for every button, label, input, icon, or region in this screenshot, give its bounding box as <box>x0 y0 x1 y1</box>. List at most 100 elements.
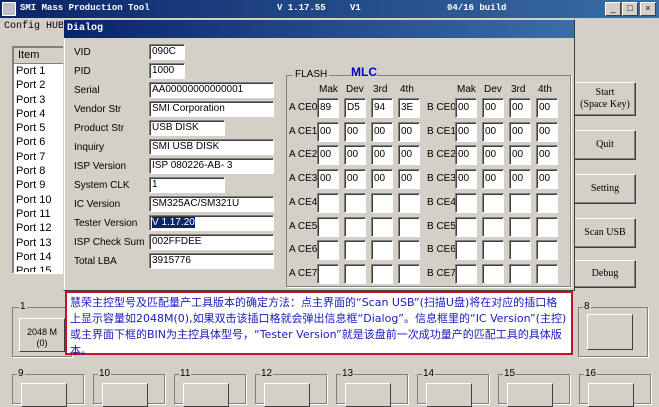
flash-id-cell[interactable]: 00 <box>536 98 558 118</box>
field-value-input[interactable]: V 1.17.20 <box>149 215 274 231</box>
port-slot[interactable] <box>426 383 472 407</box>
port-slot[interactable] <box>264 383 310 407</box>
port-list-item[interactable]: Port 15 <box>14 264 65 272</box>
flash-id-cell[interactable]: 00 <box>398 169 420 190</box>
flash-id-cell[interactable] <box>344 192 366 213</box>
flash-id-cell[interactable]: 00 <box>509 98 531 118</box>
port-list-item[interactable]: Port 1 <box>14 64 65 78</box>
flash-id-cell[interactable] <box>509 240 531 261</box>
flash-id-cell[interactable] <box>398 263 420 284</box>
flash-id-cell[interactable] <box>482 240 504 261</box>
flash-id-cell[interactable]: 00 <box>509 169 531 190</box>
port-slot[interactable] <box>102 383 148 407</box>
flash-id-cell[interactable]: 00 <box>344 121 366 142</box>
scan-usb-button[interactable]: Scan USB <box>574 218 636 248</box>
flash-id-cell[interactable] <box>536 263 558 284</box>
flash-id-cell[interactable]: 00 <box>536 145 558 166</box>
field-value-input[interactable]: ISP 080226-AB- 3 <box>149 158 274 174</box>
flash-id-cell[interactable]: 00 <box>455 98 477 118</box>
flash-id-cell[interactable] <box>536 192 558 213</box>
port-list-item[interactable]: Port 6 <box>14 135 65 149</box>
quit-button[interactable]: Quit <box>574 130 636 160</box>
port-list-item[interactable]: Port 3 <box>14 93 65 107</box>
port-list[interactable]: Item Port 1 Port 2 Port 3 Port 4 Port 5 Port … <box>12 46 67 274</box>
flash-id-cell[interactable] <box>398 216 420 237</box>
flash-id-cell[interactable]: 00 <box>344 145 366 166</box>
flash-id-cell[interactable]: 00 <box>536 121 558 142</box>
flash-id-cell[interactable] <box>509 192 531 213</box>
flash-id-cell[interactable] <box>398 240 420 261</box>
flash-id-cell[interactable]: 94 <box>371 98 393 118</box>
flash-id-cell[interactable]: 00 <box>482 169 504 190</box>
flash-id-cell[interactable]: 00 <box>371 145 393 166</box>
flash-id-cell[interactable]: 00 <box>455 145 477 166</box>
field-value-input[interactable]: 3915776 <box>149 253 274 269</box>
field-value-input[interactable]: 1 <box>149 177 225 193</box>
field-value-input[interactable]: 002FFDEE <box>149 234 274 250</box>
flash-id-cell[interactable]: 00 <box>509 145 531 166</box>
start-button[interactable]: Start (Space Key) <box>574 82 636 116</box>
port-list-item[interactable]: Port 5 <box>14 121 65 135</box>
port-slot[interactable] <box>507 383 553 407</box>
flash-id-cell[interactable] <box>482 192 504 213</box>
close-button[interactable]: × <box>640 2 656 16</box>
field-value-input[interactable]: 1000 <box>149 63 185 79</box>
flash-id-cell[interactable] <box>344 263 366 284</box>
flash-id-cell[interactable] <box>371 240 393 261</box>
port-list-item[interactable]: Port 11 <box>14 207 65 221</box>
port-list-item[interactable]: Port 12 <box>14 221 65 235</box>
flash-id-cell[interactable] <box>482 216 504 237</box>
port-list-item[interactable]: Port 13 <box>14 236 65 250</box>
flash-id-cell[interactable]: 00 <box>371 169 393 190</box>
flash-id-cell[interactable] <box>371 216 393 237</box>
field-value-input[interactable]: USB DISK <box>149 120 225 136</box>
port-slot-8[interactable] <box>587 314 633 350</box>
flash-id-cell[interactable]: 00 <box>482 98 504 118</box>
flash-id-cell[interactable] <box>536 216 558 237</box>
setting-button[interactable]: Setting <box>574 174 636 204</box>
flash-id-cell[interactable] <box>455 240 477 261</box>
flash-id-cell[interactable]: 00 <box>317 121 339 142</box>
flash-id-cell[interactable]: 00 <box>455 121 477 142</box>
flash-id-cell[interactable]: 00 <box>509 121 531 142</box>
menu-config-hub[interactable]: Config HUB <box>4 21 64 32</box>
port-list-item[interactable]: Port 8 <box>14 164 65 178</box>
port-list-header[interactable]: Item <box>14 48 65 64</box>
flash-id-cell[interactable] <box>317 263 339 284</box>
flash-id-cell[interactable]: 00 <box>455 169 477 190</box>
flash-id-cell[interactable] <box>509 263 531 284</box>
port-list-item[interactable]: Port 10 <box>14 193 65 207</box>
port-slot[interactable] <box>183 383 229 407</box>
flash-id-cell[interactable] <box>536 240 558 261</box>
flash-id-cell[interactable]: 00 <box>482 145 504 166</box>
field-value-input[interactable]: 090C <box>149 44 185 60</box>
debug-button[interactable]: Debug <box>574 260 636 288</box>
port-list-item[interactable]: Port 14 <box>14 250 65 264</box>
flash-id-cell[interactable] <box>344 240 366 261</box>
flash-id-cell[interactable]: 00 <box>398 121 420 142</box>
port-list-item[interactable]: Port 4 <box>14 107 65 121</box>
port-list-item[interactable]: Port 7 <box>14 150 65 164</box>
flash-id-cell[interactable] <box>482 263 504 284</box>
flash-id-cell[interactable]: 00 <box>371 121 393 142</box>
flash-id-cell[interactable]: 00 <box>482 121 504 142</box>
flash-id-cell[interactable] <box>455 216 477 237</box>
port-slot[interactable] <box>21 383 67 407</box>
flash-id-cell[interactable] <box>317 216 339 237</box>
minimize-button[interactable]: _ <box>605 2 621 16</box>
flash-id-cell[interactable]: 00 <box>398 145 420 166</box>
flash-id-cell[interactable]: 00 <box>344 169 366 190</box>
flash-id-cell[interactable]: D5 <box>344 98 366 118</box>
port-list-item[interactable]: Port 9 <box>14 178 65 192</box>
field-value-input[interactable]: SMI Corporation <box>149 101 274 117</box>
flash-id-cell[interactable]: 3E <box>398 98 420 118</box>
flash-id-cell[interactable] <box>455 263 477 284</box>
flash-id-cell[interactable] <box>317 240 339 261</box>
flash-id-cell[interactable] <box>509 216 531 237</box>
field-value-input[interactable]: SM325AC/SM321U <box>149 196 274 212</box>
port-slot-1[interactable]: 2048 M (0) <box>19 318 65 352</box>
flash-id-cell[interactable]: 00 <box>317 145 339 166</box>
maximize-button[interactable]: □ <box>622 2 638 16</box>
field-value-input[interactable]: SMI USB DISK <box>149 139 274 155</box>
flash-id-cell[interactable]: 00 <box>317 169 339 190</box>
